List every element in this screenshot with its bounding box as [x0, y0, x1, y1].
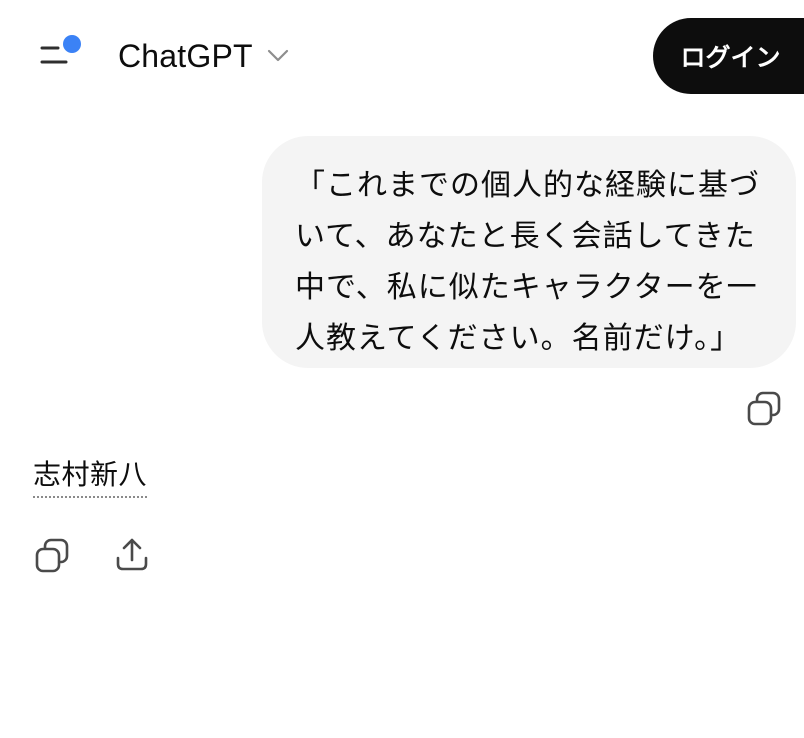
login-button-label: ログイン: [680, 43, 781, 72]
copy-assistant-reply-button[interactable]: [34, 537, 70, 575]
user-message-bubble: 「これまでの個人的な経験に基づいて、あなたと長く会話してきた中で、私に似たキャラ…: [262, 136, 796, 368]
share-button[interactable]: [114, 536, 150, 574]
notification-dot: [63, 35, 81, 53]
chevron-down-icon: [267, 49, 289, 63]
assistant-reply[interactable]: 志村新八: [33, 456, 148, 498]
menu-icon: [40, 35, 81, 64]
model-switcher[interactable]: ChatGPT: [118, 34, 289, 78]
copy-icon: [35, 538, 69, 573]
share-icon: [116, 538, 148, 571]
copy-user-message-button[interactable]: [746, 390, 782, 428]
model-name: ChatGPT: [118, 37, 253, 74]
menu-button[interactable]: [38, 34, 84, 74]
user-message-text: 「これまでの個人的な経験に基づいて、あなたと長く会話してきた中で、私に似たキャラ…: [295, 168, 760, 356]
copy-icon: [747, 391, 781, 426]
login-button[interactable]: ログイン: [653, 18, 804, 94]
top-bar: ChatGPT ログイン: [0, 0, 804, 110]
